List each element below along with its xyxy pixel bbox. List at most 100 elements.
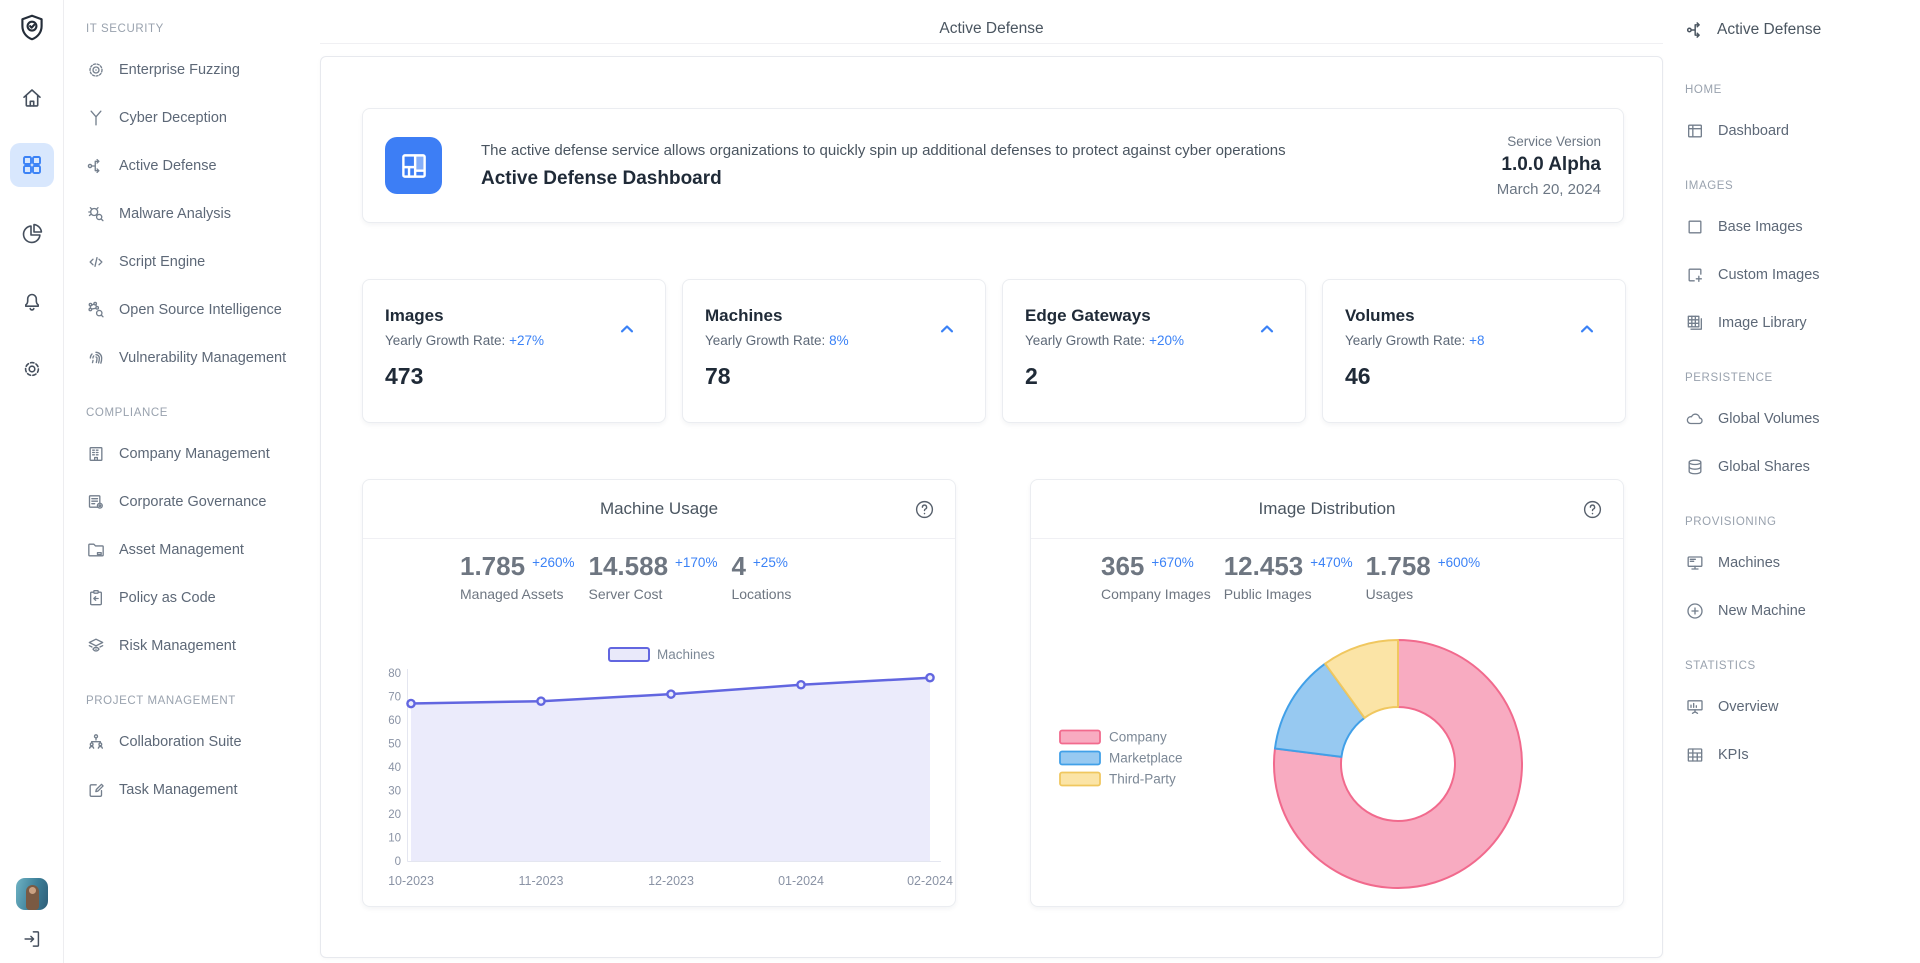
nav-item-cyber-deception[interactable]: Cyber Deception bbox=[86, 94, 320, 142]
svg-text:10-2023: 10-2023 bbox=[388, 874, 434, 888]
chart-stat-row: 4+25% bbox=[731, 553, 791, 579]
org-chart-icon bbox=[86, 732, 106, 752]
legend-label-company: Company bbox=[1109, 730, 1167, 745]
svg-text:Machines: Machines bbox=[657, 647, 715, 662]
service-header-card: The active defense service allows organi… bbox=[362, 108, 1624, 223]
pie-chart-icon bbox=[20, 222, 44, 246]
dashboard-layout-icon bbox=[1685, 121, 1705, 141]
rail-button-gear[interactable] bbox=[10, 347, 54, 391]
app-logo[interactable] bbox=[10, 6, 54, 50]
nav-item-active-defense[interactable]: Active Defense bbox=[86, 142, 320, 190]
rail-button-apps-grid[interactable] bbox=[10, 143, 54, 187]
plus-circle-icon bbox=[1685, 601, 1705, 621]
nav-item-label: Company Management bbox=[119, 446, 270, 462]
nav-item-open-source-intelligence[interactable]: Open Source Intelligence bbox=[86, 286, 320, 334]
nav-item-label: Machines bbox=[1718, 555, 1780, 571]
stat-card-growth-value: +20% bbox=[1149, 333, 1184, 348]
help-icon[interactable] bbox=[914, 499, 935, 520]
chart-stat-label: Server Cost bbox=[589, 586, 718, 602]
chart-stat-locations: 4+25%Locations bbox=[731, 553, 791, 602]
nav-item-label: Enterprise Fuzzing bbox=[119, 62, 240, 78]
nav-item-task-management[interactable]: Task Management bbox=[86, 766, 320, 814]
rail-button-home[interactable] bbox=[10, 76, 54, 120]
nav-item-overview[interactable]: Overview bbox=[1685, 683, 1920, 731]
chevron-up-icon bbox=[1575, 320, 1599, 337]
rail-button-pie-chart[interactable] bbox=[10, 212, 54, 256]
nav-item-global-volumes[interactable]: Global Volumes bbox=[1685, 395, 1920, 443]
image-distribution-header: Image Distribution bbox=[1031, 480, 1623, 539]
stat-card-value: 46 bbox=[1345, 363, 1603, 390]
help-icon bbox=[914, 499, 935, 520]
bug-search-icon bbox=[86, 204, 106, 224]
rail-button-bell[interactable] bbox=[10, 279, 54, 323]
service-version-value: 1.0.0 Alpha bbox=[1497, 154, 1601, 176]
nav-item-malware-analysis[interactable]: Malware Analysis bbox=[86, 190, 320, 238]
stat-card-edge-gateways: Edge GatewaysYearly Growth Rate: +20%2 bbox=[1002, 279, 1306, 423]
nav-item-base-images[interactable]: Base Images bbox=[1685, 203, 1920, 251]
chevron-up-icon bbox=[935, 320, 959, 337]
section-title-it-security: IT SECURITY bbox=[86, 22, 320, 36]
right-sidebar: Active Defense HOMEDashboardIMAGESBase I… bbox=[1664, 0, 1920, 963]
chart-stat-delta: +260% bbox=[532, 555, 574, 570]
stat-card-title: Volumes bbox=[1345, 306, 1603, 326]
nav-item-label: Collaboration Suite bbox=[119, 734, 242, 750]
nav-item-custom-images[interactable]: Custom Images bbox=[1685, 251, 1920, 299]
page-title: Active Defense bbox=[939, 20, 1043, 43]
nav-item-label: Global Shares bbox=[1718, 459, 1810, 475]
stat-card-row: ImagesYearly Growth Rate: +27%473Machine… bbox=[362, 279, 1626, 423]
user-avatar[interactable] bbox=[16, 878, 48, 910]
service-tile-icon bbox=[385, 137, 442, 194]
nav-item-label: Vulnerability Management bbox=[119, 350, 286, 366]
nav-item-enterprise-fuzzing[interactable]: Enterprise Fuzzing bbox=[86, 46, 320, 94]
nav-item-image-library[interactable]: Image Library bbox=[1685, 299, 1920, 347]
nav-item-global-shares[interactable]: Global Shares bbox=[1685, 443, 1920, 491]
section-title-persistence: PERSISTENCE bbox=[1685, 371, 1920, 385]
main-panel: The active defense service allows organi… bbox=[320, 56, 1663, 958]
nav-item-vulnerability-management[interactable]: Vulnerability Management bbox=[86, 334, 320, 382]
section-title-statistics: STATISTICS bbox=[1685, 659, 1920, 673]
nav-item-corporate-governance[interactable]: Corporate Governance bbox=[86, 478, 320, 526]
nav-item-dashboard[interactable]: Dashboard bbox=[1685, 107, 1920, 155]
logout-button[interactable] bbox=[10, 917, 54, 961]
svg-text:01-2024: 01-2024 bbox=[778, 874, 824, 888]
nav-item-label: New Machine bbox=[1718, 603, 1806, 619]
square-plus-icon bbox=[1685, 265, 1705, 285]
apps-grid-icon bbox=[20, 153, 44, 177]
home-icon bbox=[20, 86, 44, 110]
chart-stat-row: 14.588+170% bbox=[589, 553, 718, 579]
nav-item-label: Global Volumes bbox=[1718, 411, 1820, 427]
machine-usage-card: Machine Usage 1.785+260%Managed Assets14… bbox=[362, 479, 956, 907]
nav-item-risk-management[interactable]: Risk Management bbox=[86, 622, 320, 670]
help-icon bbox=[1582, 499, 1603, 520]
nav-item-collaboration-suite[interactable]: Collaboration Suite bbox=[86, 718, 320, 766]
svg-text:30: 30 bbox=[388, 786, 401, 798]
stat-card-title: Machines bbox=[705, 306, 963, 326]
nav-item-company-management[interactable]: Company Management bbox=[86, 430, 320, 478]
nav-item-kpis[interactable]: KPIs bbox=[1685, 731, 1920, 779]
nav-item-machines[interactable]: Machines bbox=[1685, 539, 1920, 587]
nav-item-label: Asset Management bbox=[119, 542, 244, 558]
chevron-up-icon[interactable] bbox=[615, 320, 639, 337]
chevron-up-icon[interactable] bbox=[935, 320, 959, 337]
section-title-compliance: COMPLIANCE bbox=[86, 406, 320, 420]
chevron-up-icon[interactable] bbox=[1255, 320, 1279, 337]
service-version-label: Service Version bbox=[1497, 134, 1601, 149]
nav-item-new-machine[interactable]: New Machine bbox=[1685, 587, 1920, 635]
dashboard-tile-icon bbox=[397, 149, 431, 183]
chart-stat-label: Managed Assets bbox=[460, 586, 575, 602]
fuzzing-target-icon bbox=[86, 60, 106, 80]
section-title-project-management: PROJECT MANAGEMENT bbox=[86, 694, 320, 708]
nav-item-asset-management[interactable]: Asset Management bbox=[86, 526, 320, 574]
right-sidebar-header[interactable]: Active Defense bbox=[1685, 16, 1920, 44]
stat-card-title: Edge Gateways bbox=[1025, 306, 1283, 326]
stat-card-value: 473 bbox=[385, 363, 643, 390]
help-icon[interactable] bbox=[1582, 499, 1603, 520]
nav-item-policy-as-code[interactable]: Policy as Code bbox=[86, 574, 320, 622]
svg-text:40: 40 bbox=[388, 762, 401, 774]
legend-label-third-party: Third-Party bbox=[1109, 772, 1176, 787]
nav-item-script-engine[interactable]: Script Engine bbox=[86, 238, 320, 286]
section-title-images: IMAGES bbox=[1685, 179, 1920, 193]
chevron-up-icon[interactable] bbox=[1575, 320, 1599, 337]
code-icon bbox=[86, 252, 106, 272]
machine-usage-title: Machine Usage bbox=[600, 499, 718, 519]
